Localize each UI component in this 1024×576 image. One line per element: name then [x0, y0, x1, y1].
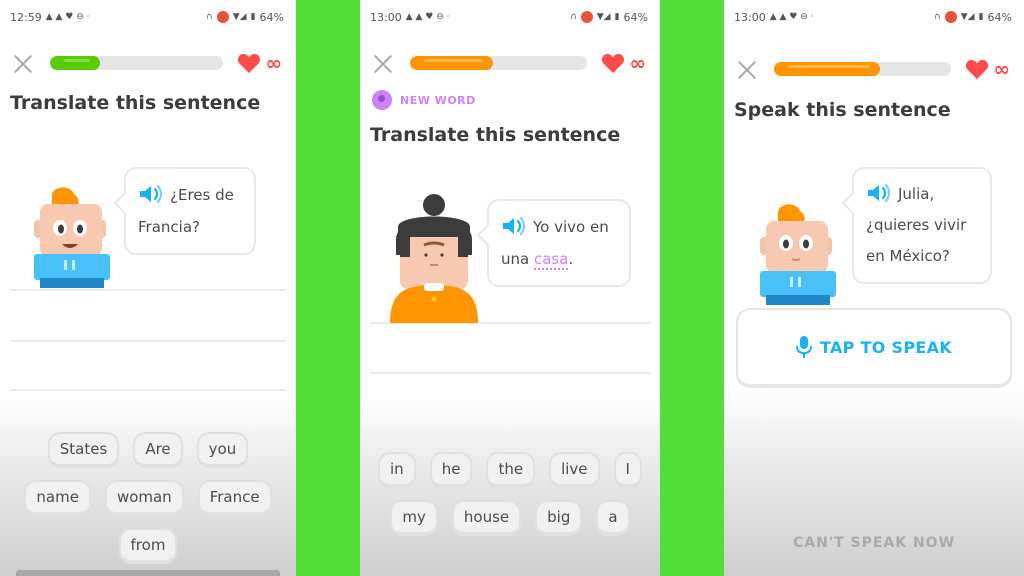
- lesson-header: ∞: [12, 50, 282, 76]
- status-bar: 12:59 ▲ ▲ ♥ ⊖ · ∩ ▼◢ ▮ 64%: [10, 9, 284, 25]
- speaker-icon[interactable]: [501, 216, 527, 236]
- heart-icon: [602, 54, 625, 73]
- wifi-icon: ▼◢: [960, 11, 975, 22]
- word-chip[interactable]: France: [197, 480, 272, 516]
- new-word-label: NEW WORD: [400, 93, 476, 107]
- lives-count: ∞: [629, 51, 646, 75]
- lives-count: ∞: [993, 57, 1010, 81]
- close-icon[interactable]: [12, 52, 34, 74]
- word-bank: in he the live I my house big a: [370, 452, 650, 536]
- recording-icon: [944, 11, 957, 23]
- lives-count: ∞: [265, 51, 282, 75]
- speech-bubble: Yo vivo en una casa.: [487, 199, 631, 287]
- page-title: Speak this sentence: [734, 99, 951, 121]
- screen-translate-2: 13:00 ▲ ▲ ♥ ⊖ · ∩ ▼◢ ▮ 64% ∞ NEW WORD Tr…: [360, 0, 660, 576]
- screen-translate-1: 12:59 ▲ ▲ ♥ ⊖ · ∩ ▼◢ ▮ 64% ∞ Translate t…: [0, 0, 296, 576]
- status-time: 12:59: [10, 10, 42, 24]
- progress-fill: [410, 56, 494, 70]
- tap-to-speak-button[interactable]: TAP TO SPEAK: [736, 308, 1012, 388]
- progress-fill: [50, 56, 101, 70]
- speech-bubble: ¿Eres de Francia?: [124, 167, 256, 255]
- page-title: Translate this sentence: [10, 92, 261, 114]
- word-chip[interactable]: live: [549, 452, 600, 488]
- word-chip[interactable]: Are: [133, 432, 183, 468]
- prompt-line-2-prefix: una: [501, 250, 534, 268]
- prompt-line-2: ¿quieres vivir: [866, 216, 967, 234]
- word-chip[interactable]: a: [596, 500, 630, 536]
- word-chip[interactable]: from: [118, 528, 178, 564]
- close-icon[interactable]: [736, 58, 758, 80]
- prompt-line-1: Julia,: [898, 185, 935, 203]
- recording-icon: [580, 11, 593, 23]
- speaker-icon[interactable]: [138, 184, 164, 204]
- word-chip[interactable]: you: [196, 432, 249, 468]
- new-word-term[interactable]: casa: [533, 250, 569, 270]
- new-word-badge: NEW WORD: [372, 90, 476, 110]
- battery-percent: 64%: [987, 10, 1012, 24]
- progress-bar: [410, 56, 588, 70]
- lesson-header: ∞: [736, 56, 1010, 82]
- new-word-icon: [372, 90, 392, 110]
- bottom-bar: [16, 570, 280, 576]
- lesson-header: ∞: [372, 50, 646, 76]
- status-time: 13:00: [734, 10, 766, 24]
- progress-bar: [774, 62, 952, 76]
- screen-speak: 13:00 ▲ ▲ ♥ ⊖ · ∩ ▼◢ ▮ 64% ∞ Speak this …: [724, 0, 1024, 576]
- word-chip[interactable]: name: [24, 480, 91, 516]
- word-chip[interactable]: in: [378, 452, 416, 488]
- answer-line: [10, 389, 286, 391]
- prompt-line-1: Yo vivo en: [533, 218, 609, 236]
- battery-icon: ▮: [978, 11, 984, 22]
- status-bar: 13:00 ▲ ▲ ♥ ⊖ · ∩ ▼◢ ▮ 64%: [370, 9, 648, 25]
- word-chip[interactable]: big: [535, 500, 583, 536]
- progress-fill: [774, 62, 881, 76]
- notification-icon: ▲ ▲ ♥ ⊖ ·: [405, 11, 450, 22]
- prompt-line-1: ¿Eres de: [170, 186, 234, 204]
- wifi-icon: ▼◢: [232, 11, 247, 22]
- progress-bar: [50, 56, 224, 70]
- notification-icon: ▲ ▲ ♥ ⊖ ·: [45, 11, 90, 22]
- word-chip[interactable]: States: [47, 432, 120, 468]
- word-chip[interactable]: I: [613, 452, 642, 488]
- word-chip[interactable]: woman: [104, 480, 184, 516]
- word-chip[interactable]: he: [429, 452, 473, 488]
- headphones-icon: ∩: [570, 11, 577, 22]
- heart-icon: [966, 60, 989, 79]
- speech-bubble: Julia, ¿quieres vivir en México?: [852, 167, 992, 284]
- battery-icon: ▮: [614, 11, 620, 22]
- prompt-line-3: en México?: [866, 247, 950, 265]
- answer-line: [10, 340, 286, 342]
- battery-percent: 64%: [623, 10, 648, 24]
- character-boy: [34, 187, 110, 288]
- battery-icon: ▮: [250, 11, 256, 22]
- recording-icon: [216, 11, 229, 23]
- character-woman: [390, 194, 478, 323]
- wifi-icon: ▼◢: [596, 11, 611, 22]
- word-chip[interactable]: the: [486, 452, 536, 488]
- page-title: Translate this sentence: [370, 124, 621, 146]
- word-chip[interactable]: my: [390, 500, 438, 536]
- heart-icon: [238, 54, 261, 73]
- close-icon[interactable]: [372, 52, 394, 74]
- battery-percent: 64%: [259, 10, 284, 24]
- prompt-line-2: Francia?: [138, 218, 200, 236]
- answer-line: [370, 372, 650, 374]
- notification-icon: ▲ ▲ ♥ ⊖ ·: [769, 11, 814, 22]
- cant-speak-now-button[interactable]: CAN'T SPEAK NOW: [724, 535, 1024, 551]
- headphones-icon: ∩: [206, 11, 213, 22]
- word-bank: States Are you name woman France from: [10, 432, 286, 564]
- tap-to-speak-label: TAP TO SPEAK: [820, 337, 952, 357]
- status-bar: 13:00 ▲ ▲ ♥ ⊖ · ∩ ▼◢ ▮ 64%: [734, 9, 1012, 25]
- status-time: 13:00: [370, 10, 402, 24]
- prompt-line-2-suffix: .: [568, 250, 574, 268]
- word-chip[interactable]: house: [451, 500, 522, 536]
- headphones-icon: ∩: [934, 11, 941, 22]
- microphone-icon: [796, 336, 812, 358]
- speaker-icon[interactable]: [866, 183, 892, 203]
- character-boy: [760, 204, 836, 305]
